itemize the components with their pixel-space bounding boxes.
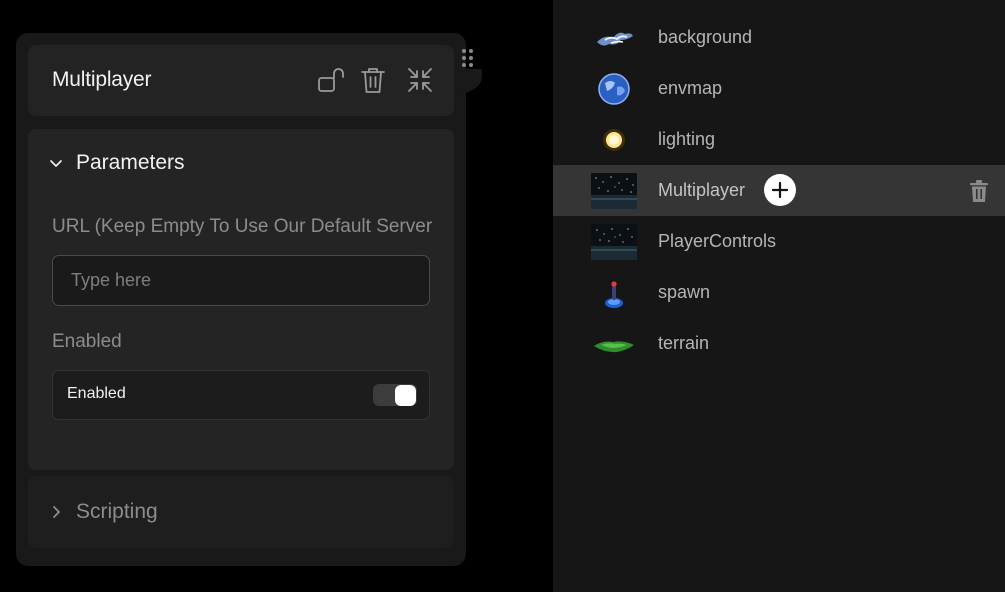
chevron-down-icon [48, 155, 64, 171]
terrain-thumbnail [591, 326, 637, 362]
scene-item-multiplayer[interactable]: Multiplayer [553, 165, 1005, 216]
enabled-toggle[interactable] [373, 384, 417, 406]
spawn-thumbnail [591, 275, 637, 311]
trash-icon[interactable] [358, 65, 388, 95]
background-thumbnail [591, 20, 637, 56]
trash-icon[interactable] [968, 179, 990, 203]
panel-header: Multiplayer [28, 45, 454, 116]
scripting-header[interactable]: Scripting [48, 500, 158, 524]
panel-title: Multiplayer [52, 68, 152, 91]
collapse-icon[interactable] [405, 65, 435, 95]
envmap-thumbnail [591, 71, 637, 107]
enabled-row: Enabled [52, 370, 430, 420]
scene-item-label: background [658, 27, 753, 47]
scene-item-label: lighting [658, 129, 716, 149]
scene-item-label: spawn [658, 282, 711, 302]
scene-item-label: PlayerControls [658, 231, 777, 251]
scene-item-spawn[interactable]: spawn [553, 267, 1005, 318]
chevron-right-icon [48, 504, 64, 520]
add-icon[interactable] [764, 174, 796, 206]
properties-panel: Multiplayer Parameters URL (Keep Empty T… [16, 33, 482, 566]
panel-notch [454, 69, 482, 109]
enabled-toggle-label: Enabled [67, 385, 126, 402]
url-input[interactable] [52, 255, 430, 306]
scripting-title: Scripting [76, 500, 158, 523]
player-controls-thumbnail [591, 224, 637, 260]
scene-item-label: terrain [658, 333, 710, 353]
light-bulb-thumbnail [591, 122, 637, 158]
parameters-title: Parameters [76, 151, 185, 174]
toggle-knob [395, 385, 416, 406]
scene-list: background envmap lighting Multiplayer P… [553, 0, 1005, 592]
scene-item-playercontrols[interactable]: PlayerControls [553, 216, 1005, 267]
multiplayer-thumbnail [591, 173, 637, 209]
drag-handle-icon[interactable] [462, 49, 474, 71]
scene-item-envmap[interactable]: envmap [553, 63, 1005, 114]
url-label: URL (Keep Empty To Use Our Default Serve… [52, 216, 432, 237]
scripting-section: Scripting [28, 476, 454, 548]
app-root: Multiplayer Parameters URL (Keep Empty T… [0, 0, 1005, 592]
parameters-section: Parameters URL (Keep Empty To Use Our De… [28, 129, 454, 470]
scene-item-terrain[interactable]: terrain [553, 318, 1005, 369]
unlock-icon[interactable] [316, 65, 346, 95]
scene-item-label: envmap [658, 78, 723, 98]
scene-item-background[interactable]: background [553, 12, 1005, 63]
enabled-label: Enabled [52, 331, 122, 352]
scene-item-lighting[interactable]: lighting [553, 114, 1005, 165]
parameters-header[interactable]: Parameters [48, 151, 185, 175]
scene-item-label: Multiplayer [658, 180, 746, 200]
